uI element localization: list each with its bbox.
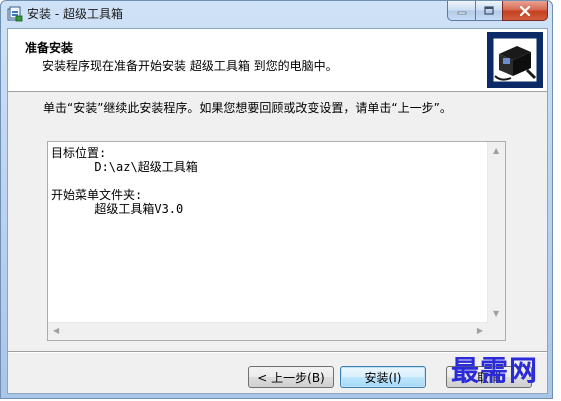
memo-content: 目标位置: D:\az\超级工具箱 开始菜单文件夹: 超级工具箱V3.0 — [51, 146, 198, 216]
scroll-right-icon[interactable]: ▶ — [477, 327, 483, 335]
maximize-button[interactable] — [475, 1, 502, 21]
close-button[interactable] — [502, 1, 548, 21]
ready-memo: 目标位置: D:\az\超级工具箱 开始菜单文件夹: 超级工具箱V3.0 ▲ ▼… — [47, 141, 506, 341]
page-subtitle: 安装程序现在准备开始安装 超级工具箱 到您的电脑中。 — [42, 59, 338, 73]
dest-label: 目标位置: — [51, 146, 107, 160]
caption-buttons — [447, 1, 548, 21]
watermark-text: 最需网 — [451, 354, 539, 387]
computer-box-icon — [487, 32, 543, 88]
title-bar[interactable]: 安装 - 超级工具箱 — [1, 1, 552, 28]
wizard-client-area: 准备安装 安装程序现在准备开始安装 超级工具箱 到您的电脑中。 单击“安装”继续… — [7, 28, 548, 394]
start-menu-label: 开始菜单文件夹: — [51, 188, 143, 202]
instruction-text: 单击“安装”继续此安装程序。如果您想要回顾或改变设置，请单击“上一步”。 — [43, 101, 452, 115]
scroll-corner — [488, 323, 505, 340]
memo-spacer — [51, 174, 198, 188]
minimize-button[interactable] — [447, 1, 475, 21]
minimize-icon — [457, 11, 466, 14]
install-button[interactable]: 安装(I) — [340, 366, 426, 388]
horizontal-scrollbar[interactable]: ◀ ▶ — [48, 322, 488, 340]
button-divider — [8, 351, 547, 353]
page-title: 准备安装 — [25, 41, 74, 55]
scroll-left-icon[interactable]: ◀ — [53, 327, 59, 335]
scroll-down-icon[interactable]: ▼ — [493, 310, 499, 318]
wizard-header: 准备安装 安装程序现在准备开始安装 超级工具箱 到您的电脑中。 — [8, 29, 547, 92]
dest-value: D:\az\超级工具箱 — [51, 160, 198, 174]
scroll-up-icon[interactable]: ▲ — [493, 147, 499, 155]
installer-icon — [7, 6, 23, 22]
maximize-icon — [484, 6, 494, 15]
window-title: 安装 - 超级工具箱 — [27, 7, 123, 21]
vertical-scrollbar[interactable]: ▲ ▼ — [487, 142, 505, 323]
close-icon — [519, 5, 531, 16]
installer-window: 安装 - 超级工具箱 准备安装 安装程序现在准备开始安装 超级工具箱 到您的电脑… — [0, 0, 553, 399]
back-button[interactable]: < 上一步(B) — [248, 366, 334, 388]
start-menu-value: 超级工具箱V3.0 — [51, 202, 184, 216]
